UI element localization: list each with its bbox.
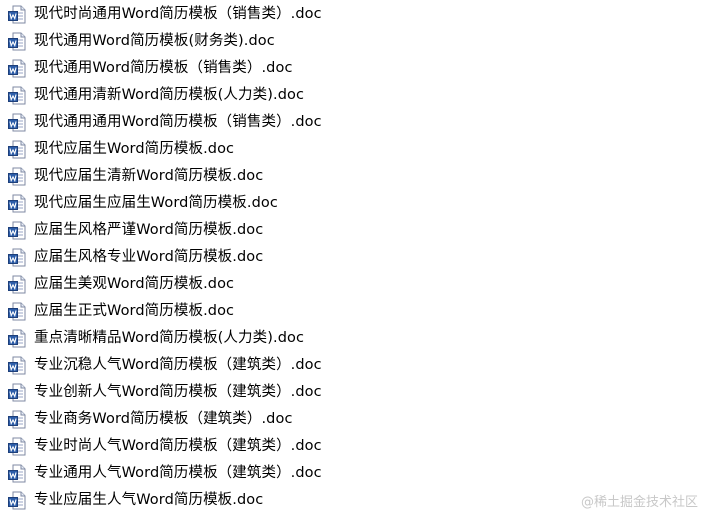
word-document-icon — [8, 329, 26, 348]
file-name: 专业商务Word简历模板（建筑类）.doc — [34, 411, 293, 427]
word-document-icon — [8, 140, 26, 159]
word-document-icon — [8, 32, 26, 51]
file-name: 重点清晰精品Word简历模板(人力类).doc — [34, 330, 305, 346]
file-item[interactable]: 现代通用清新Word简历模板(人力类).doc — [8, 82, 322, 109]
word-document-icon — [8, 221, 26, 240]
word-document-icon — [8, 167, 26, 186]
file-name: 现代通用通用Word简历模板（销售类）.doc — [34, 114, 322, 130]
file-item[interactable]: 应届生正式Word简历模板.doc — [8, 298, 322, 325]
word-document-icon — [8, 113, 26, 132]
file-name: 现代时尚通用Word简历模板（销售类）.doc — [34, 6, 322, 22]
file-name: 现代应届生Word简历模板.doc — [34, 141, 235, 157]
file-item[interactable]: 应届生美观Word简历模板.doc — [8, 271, 322, 298]
word-document-icon — [8, 275, 26, 294]
file-name: 应届生风格严谨Word简历模板.doc — [34, 222, 264, 238]
file-name: 专业创新人气Word简历模板（建筑类）.doc — [34, 384, 322, 400]
file-item[interactable]: 现代应届生应届生Word简历模板.doc — [8, 190, 322, 217]
file-item[interactable]: 现代应届生Word简历模板.doc — [8, 136, 322, 163]
word-document-icon — [8, 410, 26, 429]
word-document-icon — [8, 248, 26, 267]
file-item[interactable]: 现代应届生清新Word简历模板.doc — [8, 163, 322, 190]
word-document-icon — [8, 5, 26, 24]
file-name: 现代通用Word简历模板(财务类).doc — [34, 33, 275, 49]
word-document-icon — [8, 491, 26, 510]
file-item[interactable]: 现代时尚通用Word简历模板（销售类）.doc — [8, 1, 322, 28]
file-item[interactable]: 专业应届生人气Word简历模板.doc — [8, 487, 322, 514]
file-item[interactable]: 应届生风格专业Word简历模板.doc — [8, 244, 322, 271]
watermark: @稀土掘金技术社区 — [580, 495, 698, 510]
file-item[interactable]: 专业沉稳人气Word简历模板（建筑类）.doc — [8, 352, 322, 379]
file-name: 专业沉稳人气Word简历模板（建筑类）.doc — [34, 357, 322, 373]
word-document-icon — [8, 194, 26, 213]
file-item[interactable]: 专业时尚人气Word简历模板（建筑类）.doc — [8, 433, 322, 460]
word-document-icon — [8, 86, 26, 105]
word-document-icon — [8, 59, 26, 78]
word-document-icon — [8, 464, 26, 483]
file-item[interactable]: 专业商务Word简历模板（建筑类）.doc — [8, 406, 322, 433]
file-list: 现代时尚通用Word简历模板（销售类）.doc 现代通用Word简历模板(财务类… — [8, 1, 322, 514]
file-item[interactable]: 应届生风格严谨Word简历模板.doc — [8, 217, 322, 244]
file-item[interactable]: 专业通用人气Word简历模板（建筑类）.doc — [8, 460, 322, 487]
file-item[interactable]: 现代通用Word简历模板(财务类).doc — [8, 28, 322, 55]
word-document-icon — [8, 383, 26, 402]
file-name: 专业通用人气Word简历模板（建筑类）.doc — [34, 465, 322, 481]
word-document-icon — [8, 356, 26, 375]
file-name: 专业时尚人气Word简历模板（建筑类）.doc — [34, 438, 322, 454]
file-name: 专业应届生人气Word简历模板.doc — [34, 492, 264, 508]
file-name: 现代通用Word简历模板（销售类）.doc — [34, 60, 293, 76]
file-item[interactable]: 现代通用通用Word简历模板（销售类）.doc — [8, 109, 322, 136]
file-item[interactable]: 重点清晰精品Word简历模板(人力类).doc — [8, 325, 322, 352]
file-name: 应届生风格专业Word简历模板.doc — [34, 249, 264, 265]
file-item[interactable]: 专业创新人气Word简历模板（建筑类）.doc — [8, 379, 322, 406]
file-name: 现代应届生应届生Word简历模板.doc — [34, 195, 278, 211]
word-document-icon — [8, 437, 26, 456]
file-name: 现代通用清新Word简历模板(人力类).doc — [34, 87, 305, 103]
file-name: 应届生正式Word简历模板.doc — [34, 303, 235, 319]
file-name: 应届生美观Word简历模板.doc — [34, 276, 235, 292]
file-item[interactable]: 现代通用Word简历模板（销售类）.doc — [8, 55, 322, 82]
file-name: 现代应届生清新Word简历模板.doc — [34, 168, 264, 184]
word-document-icon — [8, 302, 26, 321]
